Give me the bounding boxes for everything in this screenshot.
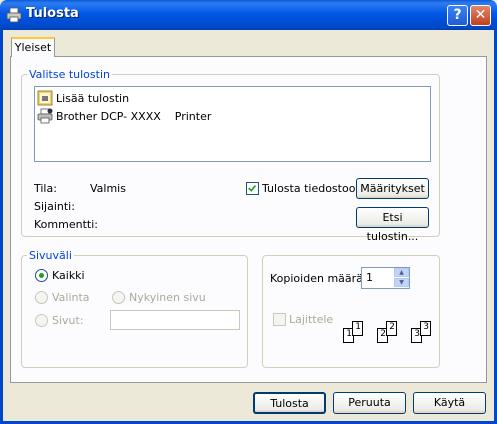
printer-list[interactable]: Lisää tulostin Brother DCP- XXXX Printer bbox=[34, 86, 431, 162]
collate-label[interactable]: Lajittele bbox=[289, 313, 333, 326]
list-item[interactable]: Brother DCP- XXXX Printer bbox=[37, 107, 211, 125]
apply-button[interactable]: Käytä bbox=[413, 392, 486, 414]
close-button[interactable]: ✕ bbox=[470, 5, 491, 26]
page-icon: 2 bbox=[386, 321, 397, 336]
spin-up-icon[interactable]: ▲ bbox=[394, 268, 409, 277]
pages-radio[interactable] bbox=[35, 314, 48, 327]
window-title: Tulosta bbox=[26, 6, 79, 21]
preferences-button[interactable]: Määritykset bbox=[356, 178, 429, 199]
selection-label[interactable]: Valinta bbox=[52, 291, 90, 304]
all-pages-radio[interactable] bbox=[35, 269, 48, 282]
current-page-radio[interactable] bbox=[112, 291, 125, 304]
cancel-button[interactable]: Peruuta bbox=[333, 392, 406, 414]
find-printer-button[interactable]: Etsi tulostin... bbox=[356, 207, 429, 243]
page-range-legend: Sivuväli bbox=[29, 249, 72, 262]
spin-down-icon[interactable]: ▼ bbox=[394, 278, 409, 287]
title-bar[interactable]: Tulosta ? ✕ bbox=[0, 0, 497, 30]
print-to-file-checkbox[interactable] bbox=[246, 182, 259, 195]
printer-item-label: Lisää tulostin bbox=[56, 91, 130, 105]
pages-input[interactable] bbox=[110, 310, 240, 330]
page-icon: 1 bbox=[352, 321, 363, 336]
checkmark-icon bbox=[248, 184, 257, 192]
copies-count-label: Kopioiden määrä: bbox=[270, 272, 367, 285]
print-button[interactable]: Tulosta bbox=[253, 392, 326, 414]
print-to-file-label[interactable]: Tulosta tiedostoon bbox=[262, 182, 362, 195]
page-range-group: Sivuväli bbox=[21, 249, 248, 368]
help-button[interactable]: ? bbox=[447, 5, 468, 26]
printer-icon bbox=[6, 7, 22, 23]
comment-label: Kommentti: bbox=[34, 218, 98, 231]
copies-stepper[interactable]: ▲ ▼ bbox=[394, 268, 409, 288]
current-page-label[interactable]: Nykyinen sivu bbox=[129, 291, 206, 304]
pages-label[interactable]: Sivut: bbox=[52, 314, 84, 327]
page-icon: 3 bbox=[420, 321, 431, 336]
location-label: Sijainti: bbox=[34, 200, 75, 213]
add-printer-icon bbox=[37, 90, 53, 106]
printer-item-label: Brother DCP- XXXX Printer bbox=[56, 109, 212, 123]
printer-icon bbox=[37, 108, 53, 124]
tab-general[interactable]: Yleiset bbox=[11, 37, 55, 57]
status-label: Tila: bbox=[34, 182, 57, 195]
collate-checkbox[interactable] bbox=[273, 313, 286, 326]
printer-group-legend: Valitse tulostin bbox=[29, 68, 110, 81]
copies-count-value: 1 bbox=[366, 271, 373, 284]
status-value: Valmis bbox=[90, 182, 126, 195]
all-pages-label[interactable]: Kaikki bbox=[52, 269, 85, 282]
selection-radio[interactable] bbox=[35, 291, 48, 304]
radio-selected-dot bbox=[39, 273, 44, 278]
list-item[interactable]: Lisää tulostin bbox=[37, 89, 129, 107]
print-dialog: Tulosta ? ✕ Yleiset Valitse tulostin Lis… bbox=[0, 0, 497, 424]
window-frame-left bbox=[0, 30, 3, 424]
